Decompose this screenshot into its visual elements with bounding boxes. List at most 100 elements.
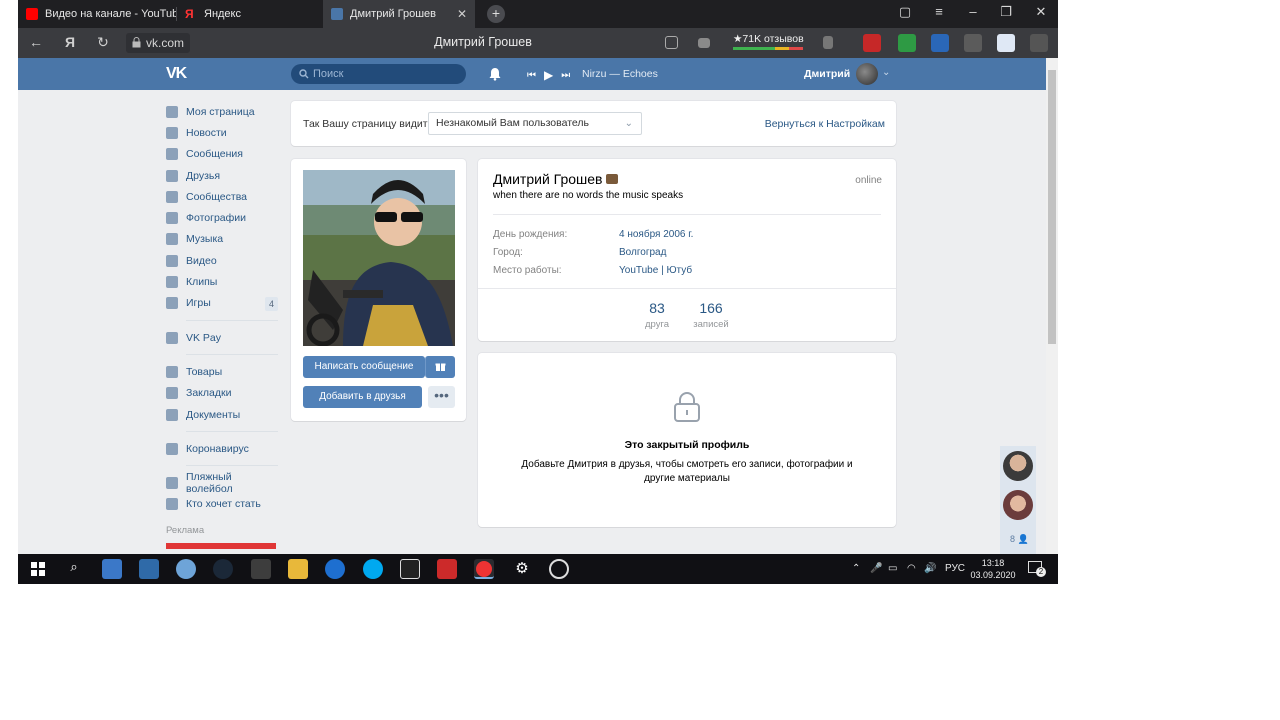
- ad-banner[interactable]: [166, 543, 276, 550]
- profile-photo[interactable]: [303, 170, 455, 346]
- restore-icon[interactable]: ❐: [996, 4, 1016, 20]
- chevron-up-icon[interactable]: ⌃: [852, 563, 860, 574]
- folder-icon[interactable]: [288, 559, 308, 579]
- menu-item[interactable]: Пляжный волейбол: [166, 471, 278, 495]
- bell-icon[interactable]: [488, 67, 502, 81]
- more-actions-button[interactable]: •••: [428, 386, 455, 408]
- explorer-app-icon[interactable]: [102, 559, 122, 579]
- menu-item[interactable]: Сообщества: [166, 186, 278, 207]
- menu-icon[interactable]: ≡: [929, 4, 949, 19]
- ae-extension-icon[interactable]: [863, 34, 881, 52]
- play-icon[interactable]: ▶: [544, 68, 553, 82]
- new-tab-button[interactable]: +: [487, 5, 505, 23]
- menu-item[interactable]: VK Pay: [166, 327, 278, 348]
- video-editor-icon[interactable]: [400, 559, 420, 579]
- back-to-settings-link[interactable]: Вернуться к Настройкам: [765, 118, 885, 130]
- tab-vk-profile[interactable]: Дмитрий Грошев ✕: [323, 0, 475, 28]
- reload-icon[interactable]: ↻: [94, 34, 112, 51]
- windows-start-icon[interactable]: [28, 559, 48, 579]
- write-message-button[interactable]: Написать сообщение: [303, 356, 425, 378]
- volume-icon[interactable]: 🔊: [924, 563, 936, 574]
- profile-counter[interactable]: 83 друга: [632, 300, 682, 330]
- menu-item[interactable]: Фотографии: [166, 207, 278, 228]
- scrollbar-thumb[interactable]: [1048, 70, 1056, 344]
- menu-item[interactable]: Игры 4: [166, 293, 278, 314]
- yandex-app-icon[interactable]: [437, 559, 457, 579]
- menu-item[interactable]: Моя страница: [166, 101, 278, 122]
- vk-extension-icon[interactable]: [931, 34, 949, 52]
- clock[interactable]: 13:18 03.09.2020: [968, 557, 1018, 581]
- menu-item-label: Кто хочет стать: [186, 498, 261, 511]
- yandex-home-icon[interactable]: Я: [61, 34, 79, 50]
- tab-youtube[interactable]: Видео на канале - YouTube: [18, 0, 176, 28]
- avatar[interactable]: [856, 63, 878, 85]
- battery-icon[interactable]: ▭: [888, 563, 897, 574]
- bookmarks-panel-icon[interactable]: ▢: [895, 4, 915, 20]
- ads-label[interactable]: Реклама: [166, 525, 278, 536]
- search-input[interactable]: Поиск: [291, 64, 466, 84]
- game-app-icon[interactable]: [176, 559, 196, 579]
- download-extension-icon[interactable]: [898, 34, 916, 52]
- skype-icon[interactable]: [363, 559, 383, 579]
- close-tab-icon[interactable]: ✕: [457, 7, 467, 21]
- language-indicator[interactable]: РУС: [945, 563, 965, 574]
- scrollbar[interactable]: [1046, 58, 1058, 554]
- menu-item[interactable]: Документы: [166, 404, 278, 425]
- close-window-icon[interactable]: ✕: [1031, 4, 1051, 20]
- next-track-icon[interactable]: ⏭: [561, 70, 570, 81]
- menu-divider: [186, 354, 278, 356]
- tabs-icon[interactable]: [665, 36, 678, 49]
- minimize-icon[interactable]: –: [963, 4, 983, 19]
- menu-item[interactable]: Товары: [166, 361, 278, 382]
- user-name[interactable]: Дмитрий: [804, 68, 850, 80]
- briefcase-icon: [606, 174, 619, 184]
- obs-icon[interactable]: [549, 559, 569, 579]
- back-arrow-icon[interactable]: ←: [27, 34, 45, 50]
- notifications-icon[interactable]: 2: [1028, 561, 1046, 577]
- menu-item[interactable]: Друзья: [166, 165, 278, 186]
- add-friend-button[interactable]: Добавить в друзья: [303, 386, 422, 408]
- friends-icon: [166, 169, 178, 182]
- tab-yandex[interactable]: Я Яндекс: [177, 0, 323, 28]
- profile-field-value[interactable]: 4 ноября 2006 г.: [619, 229, 693, 240]
- profile-counter[interactable]: 166 записей: [686, 300, 736, 330]
- photos-app-icon[interactable]: [139, 559, 159, 579]
- profile-field-value[interactable]: Волгоград: [619, 247, 666, 258]
- calculator-icon[interactable]: [251, 559, 271, 579]
- chevron-down-icon: ⌄: [624, 118, 633, 129]
- chat-count[interactable]: 8 👤: [1010, 534, 1029, 545]
- puzzle-icon[interactable]: [964, 34, 982, 52]
- menu-item-label: VK Pay: [186, 331, 222, 344]
- menu-item[interactable]: Закладки: [166, 383, 278, 404]
- gift-button[interactable]: [425, 356, 455, 378]
- steam-icon[interactable]: [213, 559, 233, 579]
- profile-field-value[interactable]: YouTube | Ютуб: [619, 265, 692, 276]
- wifi-icon[interactable]: ◠: [907, 563, 916, 574]
- yandex-browser-icon[interactable]: [474, 559, 494, 579]
- chat-avatar[interactable]: [1003, 451, 1033, 481]
- track-title[interactable]: Nirzu — Echoes: [582, 68, 658, 80]
- vk-logo[interactable]: VK: [166, 65, 187, 83]
- menu-item[interactable]: Коронавирус: [166, 438, 278, 459]
- reviews-extension[interactable]: ★71K отзывов: [733, 33, 804, 50]
- prev-track-icon[interactable]: ⏮: [527, 70, 536, 81]
- chevron-down-icon[interactable]: ⌄: [882, 67, 890, 78]
- edge-icon[interactable]: [325, 559, 345, 579]
- menu-item[interactable]: Видео: [166, 250, 278, 271]
- menu-item[interactable]: Новости: [166, 122, 278, 143]
- chat-bubble-icon[interactable]: [698, 38, 710, 48]
- url-field[interactable]: vk.com: [126, 33, 191, 53]
- shield-extension-icon[interactable]: [997, 34, 1015, 52]
- bookmark-icon[interactable]: [823, 36, 833, 49]
- settings-gear-icon[interactable]: ⚙: [512, 559, 532, 579]
- menu-item[interactable]: Сообщения: [166, 144, 278, 165]
- menu-item[interactable]: Клипы: [166, 271, 278, 292]
- microphone-icon[interactable]: 🎤: [870, 563, 882, 574]
- menu-item[interactable]: Кто хочет стать: [166, 494, 278, 515]
- downloads-icon[interactable]: [1030, 34, 1048, 52]
- chat-avatar[interactable]: [1003, 490, 1033, 520]
- menu-item[interactable]: Музыка: [166, 229, 278, 250]
- view-as-select[interactable]: Незнакомый Вам пользователь ⌄: [428, 112, 642, 135]
- camera-icon: [166, 212, 178, 225]
- search-icon[interactable]: ⌕: [64, 559, 84, 579]
